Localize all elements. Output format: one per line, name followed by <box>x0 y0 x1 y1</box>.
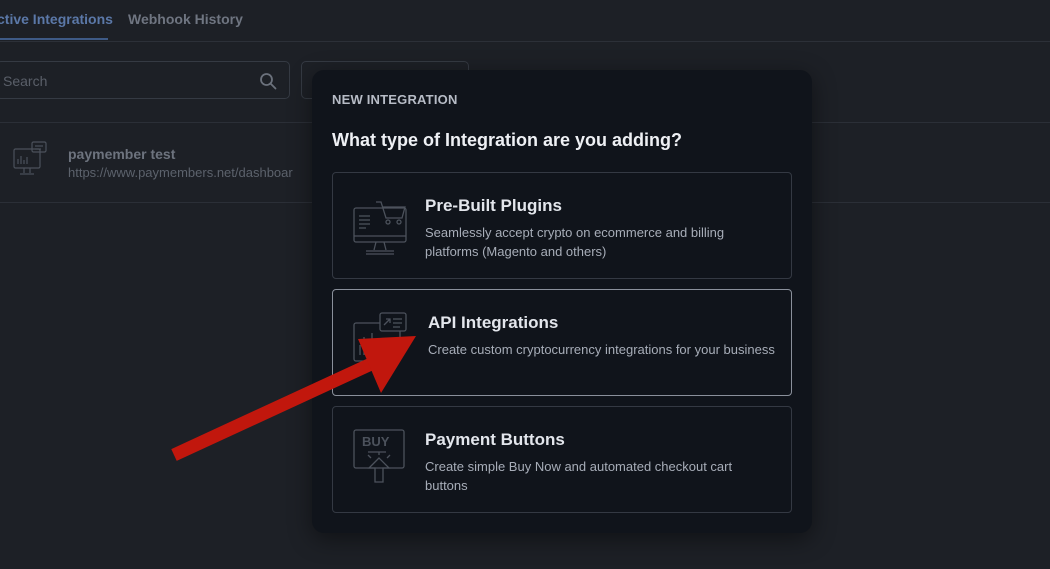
integration-name: paymember test <box>68 146 176 162</box>
option-description: Create custom cryptocurrency integration… <box>428 342 775 357</box>
tab-webhook-history[interactable]: Webhook History <box>128 11 243 27</box>
option-title: Pre-Built Plugins <box>425 196 562 215</box>
option-payment-buttons[interactable]: BUY Payment Buttons Create simple Buy No… <box>332 406 792 513</box>
modal-heading: What type of Integration are you adding? <box>332 130 683 150</box>
option-api-integrations[interactable]: API API Integrations Create custom crypt… <box>332 289 792 396</box>
integration-url: https://www.paymembers.net/dashboar <box>68 165 293 180</box>
integration-type-icon <box>13 141 47 175</box>
search-input[interactable]: Search <box>0 61 290 99</box>
option-title: Payment Buttons <box>425 430 565 449</box>
svg-text:BUY: BUY <box>362 434 390 449</box>
search-placeholder: Search <box>3 73 48 89</box>
search-icon[interactable] <box>259 72 277 90</box>
tab-active-integrations[interactable]: ctive Integrations <box>0 11 113 27</box>
new-integration-modal: NEW INTEGRATION What type of Integration… <box>312 70 812 533</box>
option-description: Seamlessly accept crypto on ecommerce an… <box>425 225 725 259</box>
monitor-cart-icon <box>353 201 407 255</box>
api-monitor-icon: API <box>353 312 407 362</box>
tab-bar: ctive Integrations Webhook History <box>0 0 1050 42</box>
option-title: API Integrations <box>428 313 559 332</box>
option-description: Create simple Buy Now and automated chec… <box>425 459 733 493</box>
option-prebuilt-plugins[interactable]: Pre-Built Plugins Seamlessly accept cryp… <box>332 172 792 279</box>
svg-text:API: API <box>383 339 398 349</box>
buy-button-icon: BUY <box>353 429 405 483</box>
active-tab-indicator <box>0 38 108 40</box>
modal-kicker: NEW INTEGRATION <box>332 92 458 107</box>
